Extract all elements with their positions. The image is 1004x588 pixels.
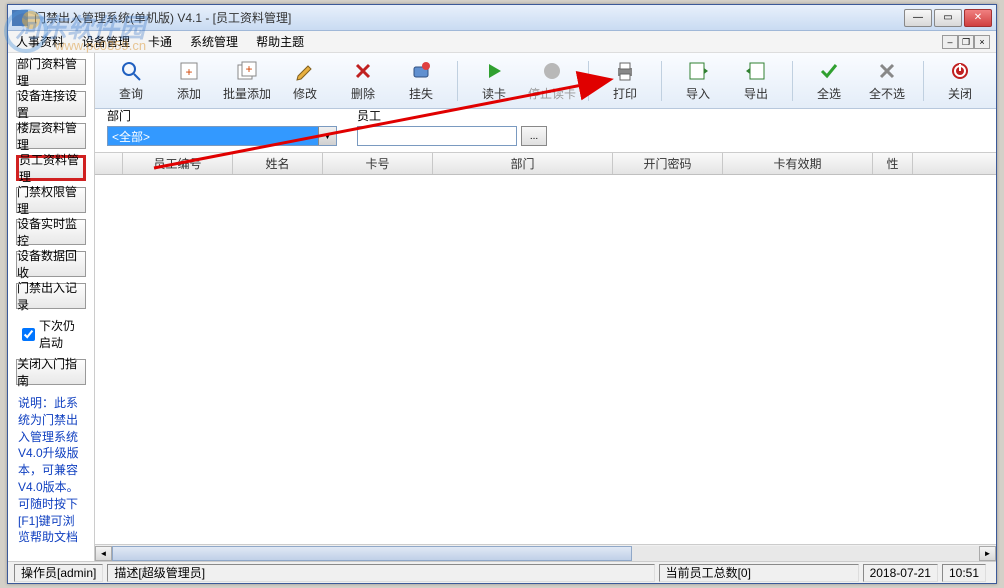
emp-browse-button[interactable]: ... (521, 126, 547, 146)
sidebar-employee[interactable]: 员工资料管理 (16, 155, 86, 181)
tool-add[interactable]: +添加 (165, 57, 213, 104)
search-icon (119, 59, 143, 83)
tool-stop-read[interactable]: 停止读卡 (528, 57, 576, 104)
print-icon (613, 59, 637, 83)
lost-icon (409, 59, 433, 83)
menu-bar: 人事资料 设备管理 卡通 系统管理 帮助主题 (8, 31, 996, 53)
emp-label: 员工 (357, 107, 547, 124)
scroll-thumb[interactable] (112, 546, 632, 561)
tool-delete[interactable]: 删除 (339, 57, 387, 104)
startup-label: 下次仍启动 (39, 317, 80, 351)
import-icon (686, 59, 710, 83)
menu-device[interactable]: 设备管理 (82, 33, 130, 50)
stop-icon (540, 59, 564, 83)
horizontal-scrollbar[interactable]: ◄ ► (95, 544, 996, 561)
menu-help[interactable]: 帮助主题 (256, 33, 304, 50)
window-title: 门禁出入管理系统(单机版) V4.1 - [员工资料管理] (34, 9, 904, 26)
sidebar: 部门资料管理 设备连接设置 楼层资料管理 员工资料管理 门禁权限管理 设备实时监… (8, 53, 95, 561)
sidebar-log[interactable]: 门禁出入记录 (16, 283, 86, 309)
mdi-restore[interactable]: ❐ (958, 35, 974, 49)
toolbar: 查询 +添加 +批量添加 修改 删除 挂失 读卡 停止读卡 打印 导入 导出 全… (95, 53, 996, 109)
grid-column-header[interactable]: 姓名 (233, 153, 323, 174)
scroll-right-button[interactable]: ► (979, 546, 996, 561)
title-bar: 门禁出入管理系统(单机版) V4.1 - [员工资料管理] — ▭ ✕ (8, 5, 996, 31)
emp-input[interactable] (357, 126, 517, 146)
uncheck-icon (875, 59, 899, 83)
tool-search[interactable]: 查询 (107, 57, 155, 104)
grid-column-header[interactable]: 员工编号 (123, 153, 233, 174)
sidebar-recycle[interactable]: 设备数据回收 (16, 251, 86, 277)
scroll-left-button[interactable]: ◄ (95, 546, 112, 561)
export-icon (744, 59, 768, 83)
tool-export[interactable]: 导出 (732, 57, 780, 104)
sidebar-access[interactable]: 门禁权限管理 (16, 187, 86, 213)
status-date: 2018-07-21 (863, 564, 938, 582)
svg-text:+: + (245, 62, 252, 76)
grid-column-header[interactable]: 卡有效期 (723, 153, 873, 174)
grid-column-header[interactable]: 性 (873, 153, 913, 174)
play-icon (482, 59, 506, 83)
tool-edit[interactable]: 修改 (281, 57, 329, 104)
tool-close[interactable]: 关闭 (936, 57, 984, 104)
edit-icon (293, 59, 317, 83)
mdi-minimize[interactable]: – (942, 35, 958, 49)
grid-column-header[interactable]: 部门 (433, 153, 613, 174)
sidebar-close-guide[interactable]: 关闭入门指南 (16, 359, 86, 385)
menu-card[interactable]: 卡通 (148, 33, 172, 50)
sidebar-floor[interactable]: 楼层资料管理 (16, 123, 86, 149)
delete-icon (351, 59, 375, 83)
menu-system[interactable]: 系统管理 (190, 33, 238, 50)
sidebar-help-text: 说明：此系统为门禁出入管理系统V4.0升级版本，可兼容V4.0版本。可随时按下[… (16, 391, 86, 550)
sidebar-monitor[interactable]: 设备实时监控 (16, 219, 86, 245)
minimize-button[interactable]: — (904, 9, 932, 27)
tool-print[interactable]: 打印 (601, 57, 649, 104)
tool-lost[interactable]: 挂失 (397, 57, 445, 104)
status-time: 10:51 (942, 564, 986, 582)
svg-text:+: + (185, 65, 192, 79)
power-icon (948, 59, 972, 83)
status-bar: 操作员[admin] 描述[超级管理员] 当前员工总数[0] 2018-07-2… (8, 561, 996, 583)
startup-checkbox[interactable] (22, 328, 35, 341)
chevron-down-icon[interactable]: ▼ (318, 127, 336, 145)
status-desc: 描述[超级管理员] (107, 564, 654, 582)
grid-column-header[interactable] (95, 153, 123, 174)
menu-personnel[interactable]: 人事资料 (16, 33, 64, 50)
dept-combo-value: <全部> (108, 127, 318, 145)
dept-label: 部门 (107, 107, 337, 124)
sidebar-dept[interactable]: 部门资料管理 (16, 59, 86, 85)
batch-add-icon: + (235, 59, 259, 83)
sidebar-device-conn[interactable]: 设备连接设置 (16, 91, 86, 117)
tool-import[interactable]: 导入 (674, 57, 722, 104)
status-count: 当前员工总数[0] (659, 564, 859, 582)
grid-column-header[interactable]: 开门密码 (613, 153, 723, 174)
add-icon: + (177, 59, 201, 83)
close-button[interactable]: ✕ (964, 9, 992, 27)
grid-body (95, 175, 996, 544)
grid-column-header[interactable]: 卡号 (323, 153, 433, 174)
tool-select-all[interactable]: 全选 (805, 57, 853, 104)
tool-unselect-all[interactable]: 全不选 (863, 57, 911, 104)
mdi-close[interactable]: × (974, 35, 990, 49)
tool-batch-add[interactable]: +批量添加 (223, 57, 271, 104)
grid-header: 员工编号姓名卡号部门开门密码卡有效期性 (95, 153, 996, 175)
main-window: 门禁出入管理系统(单机版) V4.1 - [员工资料管理] — ▭ ✕ 人事资料… (7, 4, 997, 584)
app-icon (12, 10, 28, 26)
check-icon (817, 59, 841, 83)
tool-read-card[interactable]: 读卡 (470, 57, 518, 104)
dept-combo[interactable]: <全部> ▼ (107, 126, 337, 146)
maximize-button[interactable]: ▭ (934, 9, 962, 27)
filter-bar: 部门 <全部> ▼ 员工 ... (95, 109, 996, 153)
status-operator: 操作员[admin] (14, 564, 103, 582)
